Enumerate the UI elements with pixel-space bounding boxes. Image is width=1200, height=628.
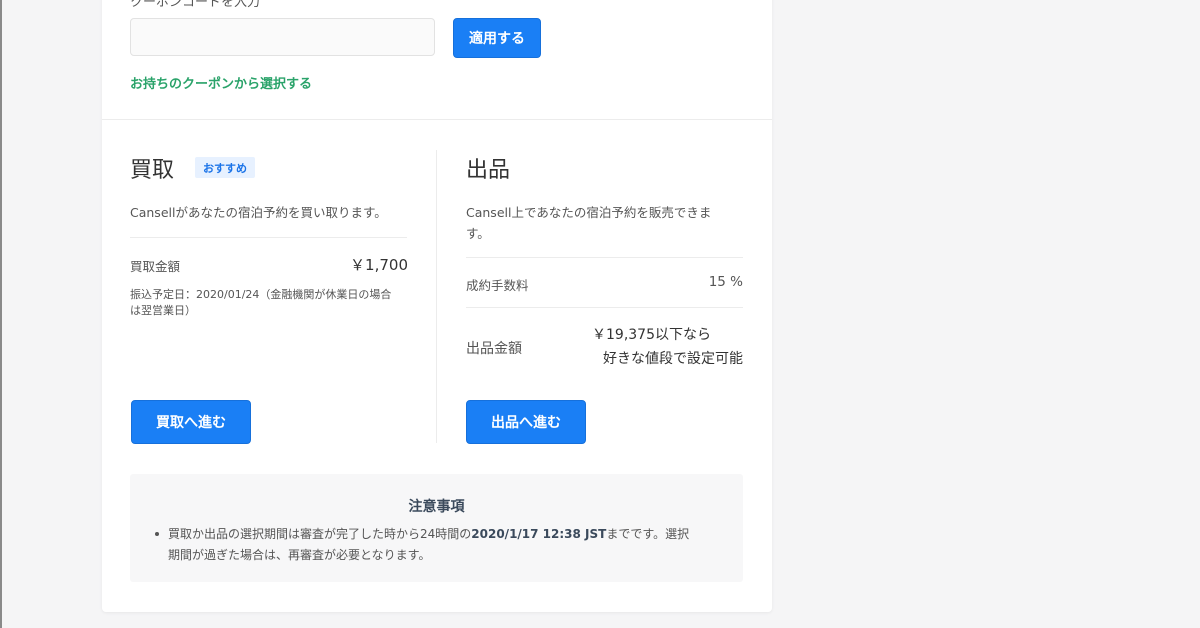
notice-text-line2: 期間が過ぎた場合は、再審査が必要となります。 (168, 548, 431, 562)
notice-text: 買取か出品の選択期間は審査が完了した時から24時間の2020/1/17 12:3… (168, 524, 718, 566)
transfer-date-note-line1: 振込予定日：2020/01/24（金融機関が休業日の場合 (130, 288, 392, 301)
buyback-amount-value: ￥1,700 (350, 256, 408, 274)
buyback-amount-label: 買取金額 (130, 259, 181, 274)
listing-price-value-line2: 好きな値段で設定可能 (603, 351, 743, 367)
buyback-title: 買取 (130, 158, 175, 183)
fee-value: 15 % (708, 274, 743, 290)
section-divider (102, 119, 772, 120)
window-left-edge (0, 0, 2, 628)
listing-description-line1: Cansell上であなたの宿泊予約を販売できま (466, 205, 712, 220)
listing-separator-1 (466, 257, 743, 258)
notice-box: 注意事項 買取か出品の選択期間は審査が完了した時から24時間の2020/1/17… (130, 474, 743, 582)
listing-description-line2: す。 (466, 226, 490, 241)
listing-separator-2 (466, 307, 743, 308)
recommended-badge: おすすめ (195, 157, 255, 178)
notice-title: 注意事項 (408, 499, 465, 515)
notice-text-before: 買取か出品の選択期間は審査が完了した時から24時間の (168, 527, 472, 541)
coupon-label: クーポンコードを入力 (130, 0, 261, 10)
apply-coupon-button[interactable]: 適用する (453, 18, 541, 58)
buyback-description: Cansellがあなたの宿泊予約を買い取ります。 (130, 205, 387, 220)
listing-price-value-line1: ￥19,375以下なら (592, 327, 711, 343)
listing-price-label: 出品金額 (466, 341, 522, 357)
proceed-listing-button[interactable]: 出品へ進む (466, 400, 586, 444)
listing-title: 出品 (466, 158, 511, 183)
notice-deadline: 2020/1/17 12:38 JST (471, 527, 607, 541)
notice-text-after: までです。選択 (606, 527, 690, 541)
bullet-dot (155, 532, 159, 536)
select-coupon-link[interactable]: お持ちのクーポンから選択する (130, 73, 312, 92)
proceed-buyback-button[interactable]: 買取へ進む (131, 400, 251, 444)
transfer-date-note-line2: は翌営業日） (130, 304, 196, 317)
buyback-separator (130, 237, 407, 238)
fee-label: 成約手数料 (466, 278, 529, 293)
coupon-code-input[interactable] (130, 18, 435, 56)
column-divider (436, 150, 437, 443)
